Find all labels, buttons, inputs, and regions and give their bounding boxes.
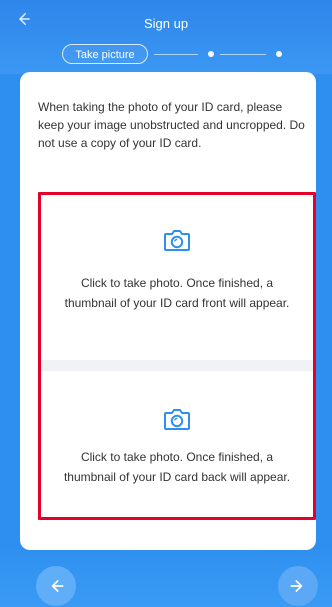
- back-photo-prompt: Click to take photo. Once finished, a th…: [63, 450, 291, 484]
- previous-button[interactable]: [36, 566, 76, 606]
- instruction-text: When taking the photo of your ID card, p…: [38, 100, 305, 150]
- step-dot: [208, 51, 214, 57]
- camera-icon: [164, 409, 190, 430]
- camera-icon: [164, 230, 190, 251]
- page-title: Sign up: [143, 16, 189, 31]
- top-bar: Sign up Take picture: [0, 0, 332, 74]
- step-dot: [276, 51, 282, 57]
- step-connector: [220, 54, 266, 55]
- arrow-right-icon: [290, 580, 303, 592]
- content-card: When taking the photo of your ID card, p…: [20, 72, 316, 550]
- current-step-pill: Take picture: [62, 44, 148, 64]
- front-photo-slot[interactable]: Click to take photo. Once finished, a th…: [41, 195, 313, 360]
- front-photo-prompt: Click to take photo. Once finished, a th…: [64, 276, 290, 310]
- arrow-left-icon: [51, 580, 64, 592]
- back-photo-slot[interactable]: Click to take photo. Once finished, a th…: [41, 371, 313, 517]
- next-button[interactable]: [278, 566, 318, 606]
- progress-stepper: Take picture: [62, 44, 302, 64]
- id-photo-area: Click to take photo. Once finished, a th…: [38, 192, 316, 520]
- step-connector: [154, 54, 198, 55]
